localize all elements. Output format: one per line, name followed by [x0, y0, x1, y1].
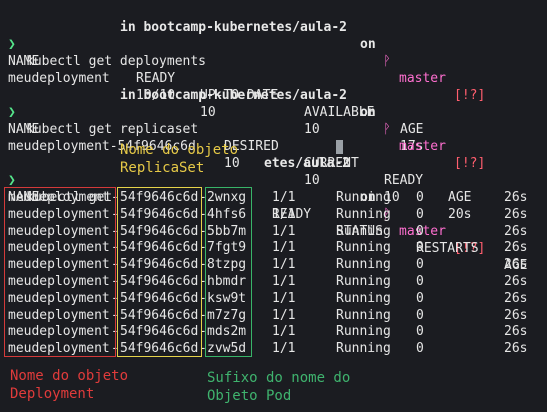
cell-age: 26s — [504, 257, 528, 273]
column-header: READY — [384, 173, 424, 188]
cell-available: 10 — [304, 122, 320, 137]
cell-ready: 1/1 — [272, 190, 296, 205]
cell-up-to-date: 10 — [200, 105, 216, 120]
pod-annotation-line2: Objeto Pod — [207, 388, 292, 404]
cell-ready: 1/1 — [272, 324, 296, 340]
git-status-badge: [!?] — [454, 88, 486, 103]
column-header: RESTARTS — [416, 241, 479, 256]
cell-restarts: 0 — [416, 341, 424, 357]
replicaset-annotation-line2: ReplicaSet — [120, 160, 205, 176]
command-text: kubectl get deployments — [26, 54, 207, 69]
cell-age: 26s — [504, 324, 528, 340]
cell-age: 26s — [504, 240, 528, 256]
cell-restarts: 0 — [416, 190, 424, 205]
replicaset-annotation-line1: Nome do objeto — [120, 142, 239, 158]
command-line: ❯ kubectl get — [0, 155, 112, 205]
cell-restarts: 0 — [416, 240, 424, 256]
prompt-path: in bootcamp-kubernetes/aula-2 — [120, 88, 347, 103]
cell-restarts: 0 — [416, 274, 424, 289]
command-text: kubectl get replicaset — [26, 122, 199, 137]
cell-restarts: 0 — [416, 290, 424, 306]
table-header: NAME DESIRED CURRENT READY AGE — [0, 104, 471, 205]
cell-current: 10 — [304, 173, 320, 188]
cell-age: 26s — [504, 274, 528, 289]
cell-age: 26s — [504, 307, 528, 323]
deployment-annotation-line1: Nome do objeto — [10, 368, 129, 384]
cell-ready: 1/1 — [272, 290, 296, 306]
prompt-on-text: on — [360, 37, 376, 52]
cell-status: Running — [336, 240, 391, 256]
deployment-name-highlight — [4, 187, 116, 357]
cell-status: Running — [336, 274, 391, 289]
text-cursor — [336, 140, 343, 154]
pod-annotation-line1: Sufixo do nome do — [207, 370, 351, 386]
prompt-status-line: etes/aula-2 on ᚹ master [!?] — [0, 138, 485, 256]
cell-status: Running — [336, 290, 391, 306]
column-header: AGE — [448, 190, 472, 205]
command-line: ❯ kubectl get deployments — [0, 19, 206, 69]
cell-age: 26s — [504, 290, 528, 306]
cell-ready: 1/1 — [272, 274, 296, 289]
deployment-annotation-line2: Deployment — [10, 386, 95, 402]
cell-ready: 1/1 — [272, 341, 296, 357]
cell-status: Running — [336, 190, 391, 205]
cell-age: 26s — [504, 341, 528, 357]
cell-status: Running — [336, 257, 391, 273]
prompt-status-line: in bootcamp-kubernetes/aula-2 on ᚹ maste… — [0, 2, 485, 103]
column-header: AGE — [400, 122, 424, 137]
git-status-badge: [!?] — [454, 156, 486, 171]
cell-status: Running — [336, 223, 391, 239]
git-branch-icon: ᚹ — [383, 122, 391, 137]
cell-status: Running — [336, 341, 391, 357]
cell-restarts: 0 — [416, 324, 424, 340]
cell-status: Running — [336, 324, 391, 340]
git-branch-name: master — [399, 139, 446, 154]
cell-ready: 1/1 — [272, 206, 296, 222]
table-row: meudeployment 10/10 10 10 17s — [0, 53, 423, 154]
cell-age: 26s — [504, 223, 528, 239]
prompt-path: in bootcamp-kubernetes/aula-2 — [120, 20, 347, 35]
cell-age: 26s — [504, 206, 528, 222]
column-header: READY — [136, 71, 176, 86]
pod-suffix-highlight — [205, 187, 252, 357]
replicaset-hash-highlight — [117, 187, 202, 357]
git-branch-name: master — [399, 71, 446, 86]
command-line: ❯ kubectl get replicaset — [0, 87, 198, 137]
cell-restarts: 0 — [416, 257, 424, 273]
cell-status: Running — [336, 206, 391, 222]
cell-age: 20s — [448, 207, 472, 222]
prompt-status-line: in bootcamp-kubernetes/aula-2 on ᚹ maste… — [0, 70, 485, 171]
cell-restarts: 0 — [416, 307, 424, 323]
table-row: meudeployment-54f9646c6d 10 10 10 20s — [0, 121, 471, 222]
cell-ready: 1/1 — [272, 307, 296, 323]
prompt-path-fragment: etes/aula-2 — [264, 156, 351, 171]
cell-age: 26s — [504, 190, 528, 205]
prompt-on-text: on — [360, 105, 376, 120]
cell-restarts: 0 — [416, 223, 424, 239]
cell-restarts: 0 — [416, 206, 424, 222]
table-header: NAME READY UP-TO-DATE AVAILABLE AGE — [0, 36, 423, 137]
terminal-window[interactable]: in bootcamp-kubernetes/aula-2 on ᚹ maste… — [0, 0, 547, 412]
git-branch-icon: ᚹ — [383, 54, 391, 69]
cell-ready: 1/1 — [272, 223, 296, 239]
cell-ready: 1/1 — [272, 240, 296, 256]
cell-ready: 1/1 — [272, 257, 296, 273]
cell-status: Running — [336, 307, 391, 323]
